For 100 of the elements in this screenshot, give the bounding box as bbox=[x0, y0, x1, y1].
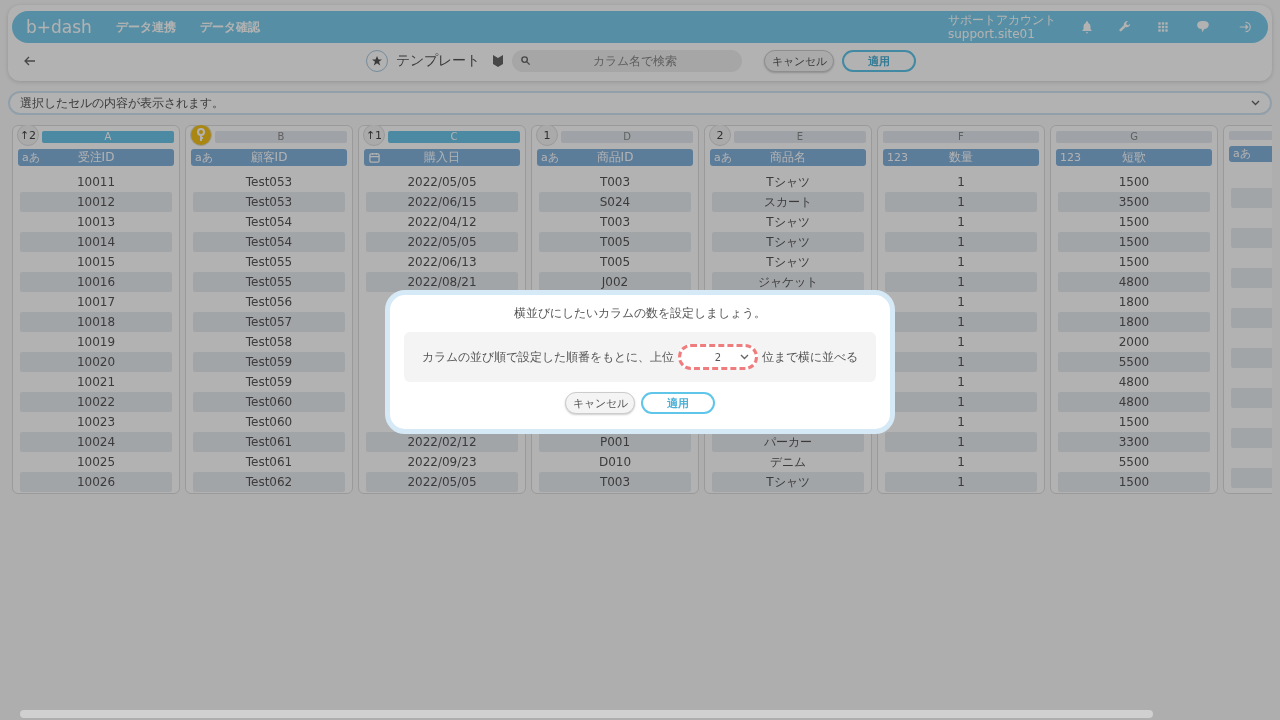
wrench-icon[interactable] bbox=[1118, 20, 1132, 34]
cancel-button[interactable]: キャンセル bbox=[565, 392, 635, 414]
table-cell-text: 2022/06/13 bbox=[406, 254, 478, 271]
table-cell: J002 bbox=[539, 272, 691, 292]
table-cell-text: 10013 bbox=[75, 214, 117, 231]
column-header[interactable]: aあ 商品名 bbox=[710, 149, 866, 166]
column-letter[interactable]: A bbox=[42, 131, 174, 143]
table-cell-text: Tシャツ bbox=[765, 253, 811, 271]
column-letter[interactable]: C bbox=[388, 131, 520, 143]
column-letter[interactable]: G bbox=[1056, 131, 1212, 143]
table-cell: Test057 bbox=[193, 312, 345, 332]
chat-bubble-icon[interactable] bbox=[1194, 19, 1212, 35]
sort-badge: ↑1 bbox=[363, 125, 385, 146]
table-cell: 4800 bbox=[1058, 272, 1210, 292]
table-cell-text: T005 bbox=[598, 254, 632, 271]
table-cell: 10014 bbox=[20, 232, 172, 252]
column-header[interactable]: aあ 商品ID bbox=[537, 149, 693, 166]
grid-icon[interactable] bbox=[1156, 20, 1170, 34]
calendar-icon bbox=[369, 152, 380, 163]
chevron-down-icon bbox=[740, 354, 749, 360]
table-cell: 10026 bbox=[20, 472, 172, 492]
search-icon bbox=[520, 55, 531, 66]
column-header[interactable]: aあ 顧客ID bbox=[191, 149, 347, 166]
table-cell-text: 2022/05/05 bbox=[406, 174, 478, 191]
column-letter[interactable]: E bbox=[734, 131, 866, 143]
table-cell-text: Test058 bbox=[244, 334, 294, 351]
table-cell-text: 1 bbox=[956, 174, 966, 191]
column-letter[interactable]: D bbox=[561, 131, 693, 143]
column-header[interactable]: aあ 受注ID bbox=[18, 149, 174, 166]
table-cell: 1500 bbox=[1058, 472, 1210, 492]
table-cell-text: Test056 bbox=[244, 294, 294, 311]
table-cell-text: 10011 bbox=[75, 174, 117, 191]
table-cell-text: T003 bbox=[598, 174, 632, 191]
text-type-label: aあ bbox=[1233, 146, 1251, 162]
order-badge: 2 bbox=[709, 125, 731, 146]
column-header[interactable]: aあ bbox=[1229, 145, 1272, 162]
table-cell: 10020 bbox=[20, 352, 172, 372]
table-cell: 2022/08/21 bbox=[366, 272, 518, 292]
table-cell-text: 1500 bbox=[1117, 214, 1151, 231]
bell-icon[interactable] bbox=[1080, 20, 1094, 34]
search-field[interactable]: カラム名で検索 bbox=[512, 50, 742, 72]
star-icon bbox=[371, 55, 383, 67]
table-cell: パーカー bbox=[712, 432, 864, 452]
table-cell-text: Test053 bbox=[244, 174, 294, 191]
logo[interactable]: b+dash bbox=[26, 17, 92, 37]
table-cell-text: T003 bbox=[598, 214, 632, 231]
table-cell: 10016 bbox=[20, 272, 172, 292]
table-cell: 1 bbox=[885, 472, 1037, 492]
nav-link[interactable]: データ連携 bbox=[115, 18, 176, 36]
table-cell-text: Tシャツ bbox=[765, 213, 811, 231]
table-cell-text: 1500 bbox=[1117, 174, 1151, 191]
table-cell: Test053 bbox=[193, 192, 345, 212]
nav-link[interactable]: データ確認 bbox=[199, 18, 260, 36]
table-cell: 1 bbox=[885, 232, 1037, 252]
table-cell-text: Test060 bbox=[244, 414, 294, 431]
table-cell-text: 10015 bbox=[75, 254, 117, 271]
table-cell: S024 bbox=[539, 192, 691, 212]
beginner-mark-icon[interactable] bbox=[492, 54, 504, 68]
cancel-button[interactable]: キャンセル bbox=[764, 50, 834, 72]
favorite-button[interactable] bbox=[366, 50, 388, 72]
table-cell: スカート bbox=[712, 192, 864, 212]
table-cell: ジャケット bbox=[712, 272, 864, 292]
table-cell: 10024 bbox=[20, 432, 172, 452]
template-title: テンプレート bbox=[396, 52, 480, 70]
setting-prefix: カラムの並び順で設定した順番をもとに、上位 bbox=[422, 348, 674, 366]
table-cell: Test062 bbox=[193, 472, 345, 492]
column-header[interactable]: 購入日 bbox=[364, 149, 520, 166]
horizontal-scrollbar[interactable] bbox=[20, 710, 1153, 718]
table-cell-text: 4800 bbox=[1117, 374, 1151, 391]
table-cell-text: 1 bbox=[956, 214, 966, 231]
chevron-down-icon[interactable] bbox=[1251, 100, 1260, 106]
dialog-title: 横並びにしたいカラムの数を設定しましょう。 bbox=[514, 305, 766, 322]
column-count-select[interactable]: 2 bbox=[678, 344, 758, 370]
table-cell-text: 1500 bbox=[1117, 254, 1151, 271]
table-cell: Test060 bbox=[193, 392, 345, 412]
table-cell: 1 bbox=[885, 272, 1037, 292]
table-cell-text: Tシャツ bbox=[765, 173, 811, 191]
column-letter[interactable]: F bbox=[883, 131, 1039, 143]
column-header[interactable]: 123 数量 bbox=[883, 149, 1039, 166]
apply-button[interactable]: 適用 bbox=[842, 50, 916, 72]
column-letter[interactable]: B bbox=[215, 131, 347, 143]
apply-button[interactable]: 適用 bbox=[641, 392, 715, 414]
back-arrow-icon[interactable] bbox=[24, 56, 36, 66]
table-cell: 10018 bbox=[20, 312, 172, 332]
table-cell-text: 2000 bbox=[1117, 334, 1151, 351]
table-cell-text: 1 bbox=[956, 374, 966, 391]
table-cell: T003 bbox=[539, 472, 691, 492]
table-cell-text: 1 bbox=[956, 454, 966, 471]
table-cell: T005 bbox=[539, 232, 691, 252]
table-cell: 3300 bbox=[1058, 432, 1210, 452]
text-type-label: aあ bbox=[541, 150, 559, 165]
column-header[interactable]: 123 短歌 bbox=[1056, 149, 1212, 166]
table-cell-text: 1 bbox=[956, 254, 966, 271]
table-cell: 2022/05/05 bbox=[366, 232, 518, 252]
table-cell: 10012 bbox=[20, 192, 172, 212]
table-cell-text: 2022/04/12 bbox=[406, 214, 478, 231]
text-type-label: aあ bbox=[22, 150, 40, 165]
table-cell-text: 1 bbox=[956, 414, 966, 431]
table-cell: 2022/06/15 bbox=[366, 192, 518, 212]
table-cell-text: 1 bbox=[956, 294, 966, 311]
